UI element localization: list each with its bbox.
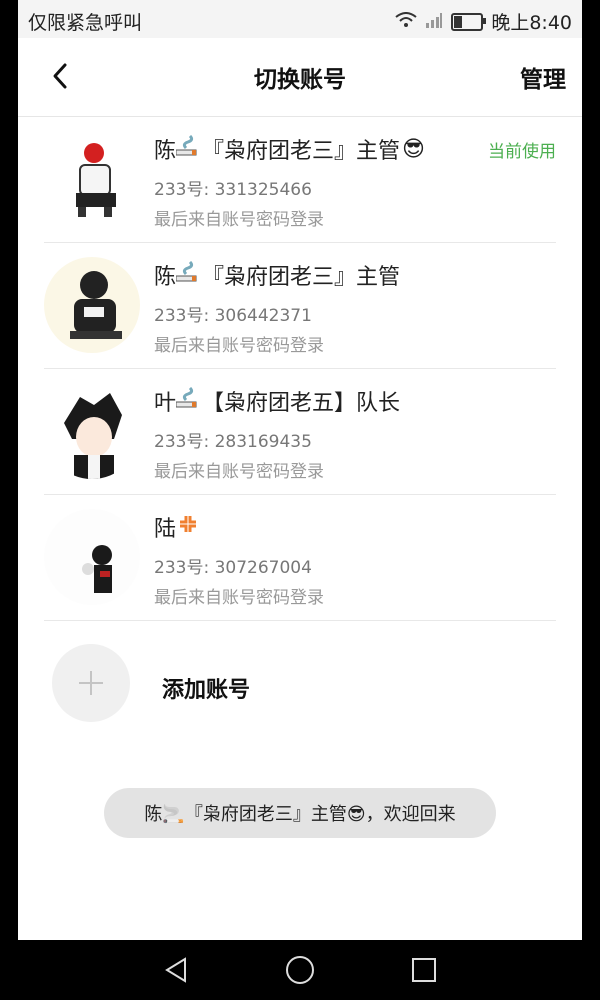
- wifi-icon: [395, 11, 417, 33]
- manage-button[interactable]: 管理: [520, 60, 566, 94]
- account-name: 陆: [154, 511, 200, 543]
- welcome-toast: 陈🚬『枭府团老三』主管😎，欢迎回来: [104, 788, 496, 838]
- account-login-info: 最后来自账号密码登录: [154, 336, 324, 356]
- triangle-back-icon: [165, 957, 186, 983]
- account-name: 陈 『枭府团老三』主管: [154, 259, 400, 291]
- account-group: 【枭府团老五】队长: [202, 391, 401, 416]
- emergency-text: 仅限紧急呼叫: [28, 12, 143, 34]
- battery-icon: [451, 12, 487, 31]
- nav-recent-button[interactable]: [406, 952, 442, 988]
- screen: 仅限紧急呼叫 晚上8:40 切换账号 管理 陈 『枭府团老三』主管 😎 233号…: [18, 0, 582, 940]
- add-account-label: 添加账号: [162, 678, 251, 703]
- account-login-info: 最后来自账号密码登录: [154, 210, 324, 230]
- account-login-info: 最后来自账号密码登录: [154, 462, 324, 482]
- avatar: [44, 383, 140, 479]
- anger-icon: [176, 512, 200, 542]
- square-recent-icon: [412, 958, 436, 982]
- status-bar: 仅限紧急呼叫 晚上8:40: [18, 0, 582, 38]
- circle-home-icon: [286, 956, 314, 984]
- plus-icon: [79, 671, 103, 695]
- avatar: [44, 257, 140, 353]
- system-nav-bar: [0, 940, 600, 1000]
- signal-icon: [425, 11, 443, 33]
- divider: [44, 620, 556, 621]
- account-name: 陈 『枭府团老三』主管 😎: [154, 133, 425, 165]
- account-name: 叶 【枭府团老五】队长: [154, 385, 400, 417]
- account-name-text: 陈: [154, 139, 177, 164]
- account-row[interactable]: 陈 『枭府团老三』主管 😎 233号: 331325466 最后来自账号密码登录…: [18, 117, 582, 243]
- account-name-text: 陆: [154, 517, 177, 542]
- account-list: 陈 『枭府团老三』主管 😎 233号: 331325466 最后来自账号密码登录…: [18, 117, 582, 621]
- account-group: 『枭府团老三』主管: [202, 265, 401, 290]
- cigarette-icon: [175, 260, 202, 289]
- status-time: 晚上8:40: [491, 12, 572, 34]
- cigarette-icon: [175, 134, 202, 163]
- account-name-text: 叶: [154, 391, 177, 416]
- account-uid: 233号: 331325466: [154, 180, 312, 200]
- account-row[interactable]: 陈 『枭府团老三』主管 233号: 306442371 最后来自账号密码登录: [18, 243, 582, 369]
- nav-back-button[interactable]: [158, 952, 194, 988]
- page-title: 切换账号: [254, 67, 346, 93]
- status-right: 晚上8:40: [395, 8, 572, 35]
- account-group: 『枭府团老三』主管: [202, 139, 401, 164]
- account-uid: 233号: 283169435: [154, 432, 312, 452]
- avatar: [44, 131, 140, 227]
- account-row[interactable]: 叶 【枭府团老五】队长 233号: 283169435 最后来自账号密码登录: [18, 369, 582, 495]
- add-account-row[interactable]: 添加账号: [18, 624, 582, 744]
- account-login-info: 最后来自账号密码登录: [154, 588, 324, 608]
- current-use-badge: 当前使用: [488, 142, 556, 162]
- nav-home-button[interactable]: [282, 952, 318, 988]
- account-uid: 233号: 307267004: [154, 558, 312, 578]
- account-uid: 233号: 306442371: [154, 306, 312, 326]
- header: 切换账号 管理: [18, 38, 582, 117]
- avatar: [44, 509, 140, 605]
- sunglasses-icon: 😎: [402, 136, 425, 162]
- account-name-text: 陈: [154, 265, 177, 290]
- add-account-button[interactable]: [52, 644, 130, 722]
- cigarette-icon: [175, 386, 202, 415]
- account-row[interactable]: 陆 233号: 307267004 最后来自账号密码登录: [18, 495, 582, 621]
